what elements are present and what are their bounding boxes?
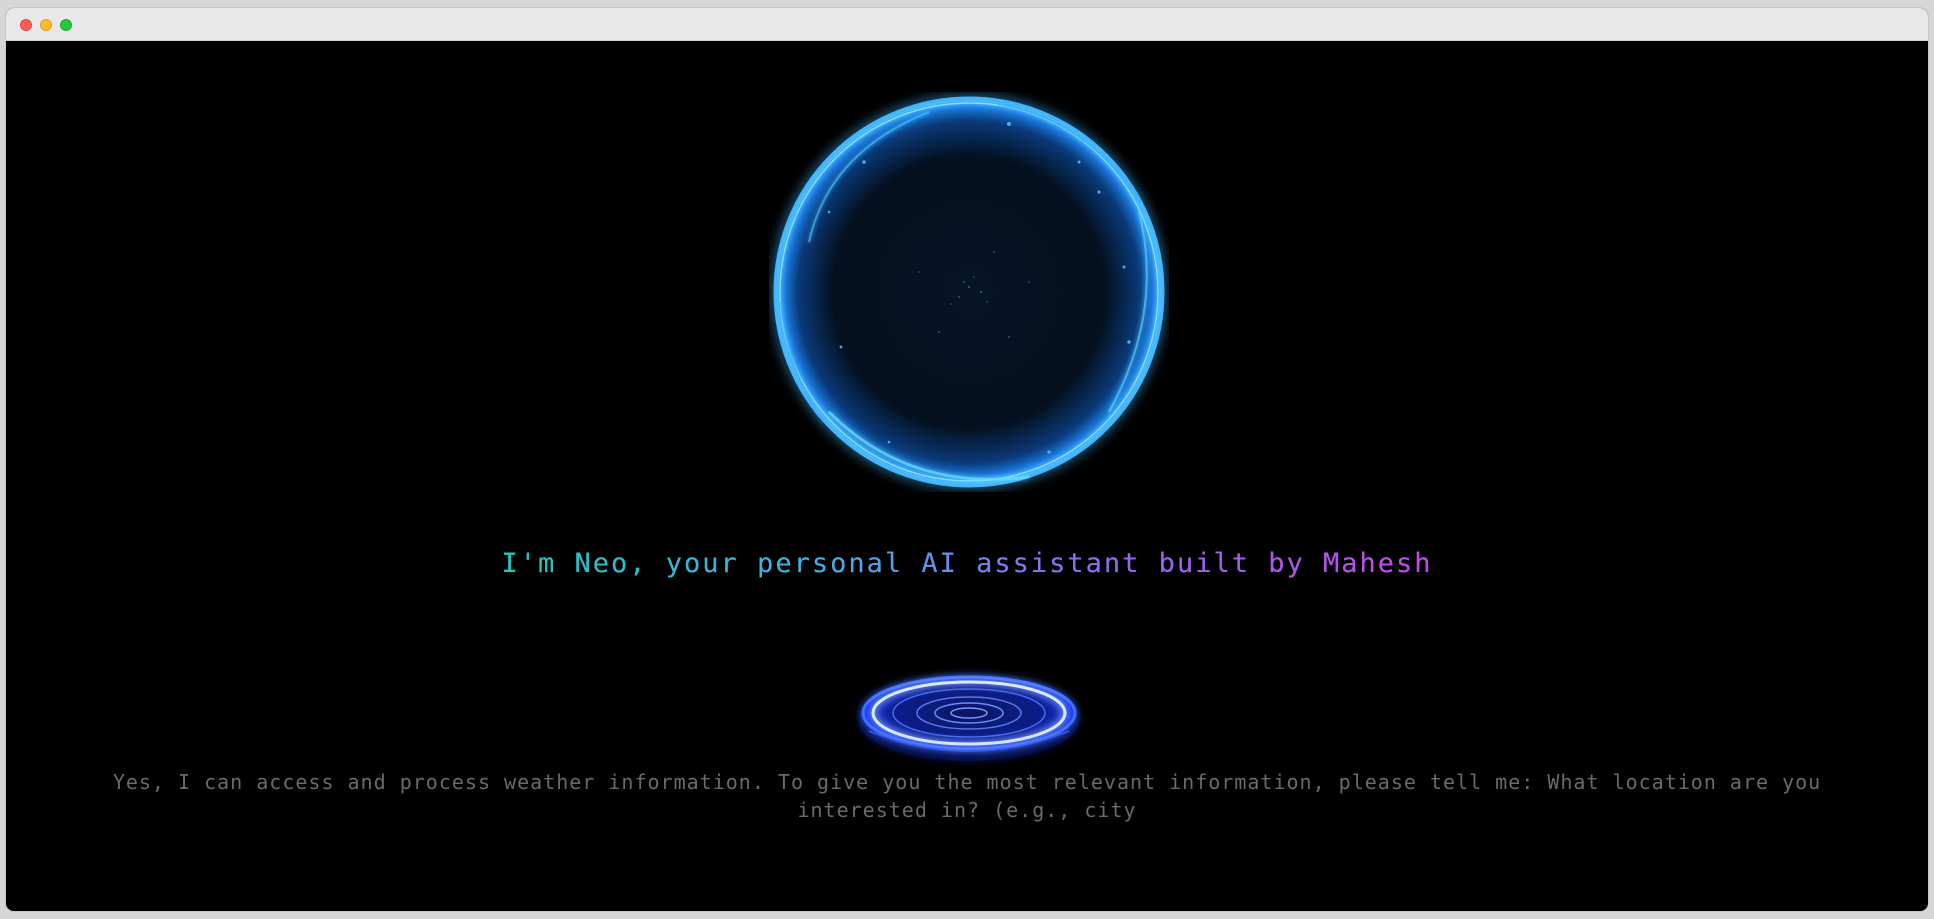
title-bar	[6, 8, 1928, 41]
glowing-sphere-icon	[769, 92, 1169, 492]
assistant-stage: I'm Neo, your personal AI assistant buil…	[6, 41, 1928, 911]
browser-window: I'm Neo, your personal AI assistant buil…	[6, 8, 1928, 911]
greeting-text: I'm Neo, your personal AI assistant buil…	[501, 548, 1433, 579]
assistant-response: Yes, I can access and process weather in…	[112, 770, 1822, 822]
minimize-button[interactable]	[40, 19, 52, 31]
maximize-button[interactable]	[60, 19, 72, 31]
close-button[interactable]	[20, 19, 32, 31]
voice-ring-icon[interactable]	[849, 651, 1089, 781]
assistant-greeting: I'm Neo, your personal AI assistant buil…	[6, 547, 1928, 581]
